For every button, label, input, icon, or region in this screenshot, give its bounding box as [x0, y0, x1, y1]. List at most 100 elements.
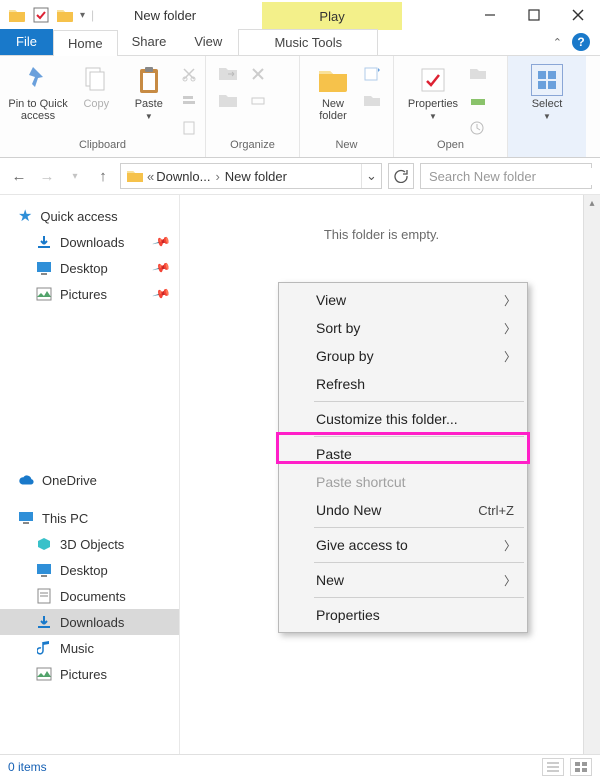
sidebar-item-pictures[interactable]: Pictures [0, 661, 179, 687]
tab-music-tools[interactable]: Music Tools [238, 29, 378, 55]
tab-share[interactable]: Share [118, 29, 181, 55]
folder-icon [125, 166, 145, 186]
sidebar-item-3d-objects[interactable]: 3D Objects [0, 531, 179, 557]
cube-icon [36, 536, 52, 552]
up-button[interactable]: ↑ [92, 165, 114, 187]
ctx-properties[interactable]: Properties [280, 601, 526, 629]
chevron-right-icon: 〉 [504, 348, 516, 365]
chevron-down-icon[interactable]: ▼ [429, 112, 437, 121]
sidebar-item-desktop[interactable]: Desktop [0, 557, 179, 583]
properties-button[interactable]: Properties ▼ [400, 62, 466, 121]
icons-view-button[interactable] [570, 758, 592, 776]
address-row: ← → ▾ ↑ « Downlo... › New folder ⌄ [0, 158, 600, 194]
pictures-icon [36, 666, 52, 682]
shortcut-label: Ctrl+Z [478, 503, 514, 518]
ribbon: Pin to Quick access Copy Paste ▼ [0, 56, 600, 158]
group-label-new: New [300, 139, 393, 157]
help-icon[interactable]: ? [572, 33, 590, 51]
group-organize: Organize [206, 56, 300, 157]
sidebar-item-music[interactable]: Music [0, 635, 179, 661]
ctx-sort-by[interactable]: Sort by〉 [280, 314, 526, 342]
move-to-icon [218, 64, 238, 84]
monitor-icon [18, 510, 34, 526]
pictures-icon [36, 286, 52, 302]
sidebar-item-downloads[interactable]: Downloads 📌 [0, 229, 179, 255]
minimize-button[interactable] [468, 0, 512, 30]
rename-icon [248, 91, 268, 111]
details-view-button[interactable] [542, 758, 564, 776]
new-item-icon[interactable] [362, 64, 382, 84]
chevron-down-icon[interactable]: ▼ [543, 112, 551, 121]
cut-icon [179, 64, 199, 84]
separator [314, 597, 524, 598]
close-button[interactable] [556, 0, 600, 30]
checkbox-icon[interactable] [32, 6, 50, 24]
ctx-give-access[interactable]: Give access to〉 [280, 531, 526, 559]
address-bar[interactable]: « Downlo... › New folder ⌄ [120, 163, 382, 189]
sidebar-item-onedrive[interactable]: OneDrive [0, 467, 179, 493]
open-icon [468, 64, 488, 84]
search-input[interactable] [427, 168, 600, 185]
back-button[interactable]: ← [8, 165, 30, 187]
refresh-button[interactable] [388, 163, 414, 189]
tab-view[interactable]: View [180, 29, 236, 55]
star-icon: ★ [18, 206, 32, 226]
chevron-right-icon: 〉 [504, 537, 516, 554]
ctx-view[interactable]: View〉 [280, 286, 526, 314]
group-label-select [508, 139, 586, 157]
download-icon [36, 614, 52, 630]
sidebar-item-pictures[interactable]: Pictures 📌 [0, 281, 179, 307]
clipboard-icon [133, 64, 165, 96]
sidebar-item-documents[interactable]: Documents [0, 583, 179, 609]
ctx-undo-new[interactable]: Undo NewCtrl+Z [280, 496, 526, 524]
breadcrumb-segment[interactable]: Downlo... [156, 169, 210, 184]
chevron-right-icon: 〉 [504, 572, 516, 589]
status-bar: 0 items [0, 754, 600, 778]
easy-access-icon[interactable] [362, 91, 382, 111]
ribbon-tabs: File Home Share View Music Tools ⌃ ? [0, 30, 600, 56]
checkmark-icon [417, 64, 449, 96]
tab-home[interactable]: Home [53, 30, 118, 56]
search-box[interactable] [420, 163, 592, 189]
copy-button: Copy [70, 62, 122, 110]
collapse-ribbon-icon[interactable]: ⌃ [553, 36, 562, 49]
download-icon [36, 234, 52, 250]
scrollbar[interactable]: ▴ [583, 195, 600, 754]
ctx-group-by[interactable]: Group by〉 [280, 342, 526, 370]
folder-icon [8, 6, 26, 24]
context-menu: View〉 Sort by〉 Group by〉 Refresh Customi… [278, 282, 528, 633]
empty-folder-label: This folder is empty. [180, 227, 583, 242]
folder-icon [317, 64, 349, 96]
scroll-up-icon[interactable]: ▴ [584, 195, 600, 212]
pin-to-quick-access-button[interactable]: Pin to Quick access [6, 62, 70, 122]
copy-to-icon [218, 91, 238, 111]
group-label-organize: Organize [206, 139, 299, 157]
tab-file[interactable]: File [0, 29, 53, 55]
select-all-icon [531, 64, 563, 96]
ctx-refresh[interactable]: Refresh [280, 370, 526, 398]
chevron-right-icon: 〉 [504, 320, 516, 337]
maximize-button[interactable] [512, 0, 556, 30]
sidebar-item-downloads[interactable]: Downloads [0, 609, 179, 635]
group-select: Select ▼ [508, 56, 586, 157]
contextual-tab-header[interactable]: Play [262, 2, 402, 30]
chevron-down-icon[interactable]: ▼ [145, 112, 153, 121]
select-button[interactable]: Select ▼ [520, 62, 574, 121]
new-folder-button[interactable]: New folder [306, 62, 360, 122]
qat-dropdown[interactable]: ▾ [80, 10, 85, 21]
paste-button[interactable]: Paste ▼ [123, 62, 175, 121]
sidebar-item-this-pc[interactable]: This PC [0, 505, 179, 531]
pin-icon: 📌 [152, 284, 172, 304]
ctx-new[interactable]: New〉 [280, 566, 526, 594]
quick-access-toolbar: ▾ | [0, 6, 130, 24]
ctx-paste[interactable]: Paste [280, 440, 526, 468]
item-count: 0 items [8, 760, 47, 774]
recent-locations-button[interactable]: ▾ [64, 165, 86, 187]
breadcrumb-segment[interactable]: New folder [225, 169, 287, 184]
separator [314, 401, 524, 402]
sidebar-item-quick-access[interactable]: ★ Quick access [0, 203, 179, 229]
chevron-right-icon[interactable]: › [212, 169, 222, 184]
ctx-customize[interactable]: Customize this folder... [280, 405, 526, 433]
sidebar-item-desktop[interactable]: Desktop 📌 [0, 255, 179, 281]
address-dropdown[interactable]: ⌄ [361, 164, 381, 188]
